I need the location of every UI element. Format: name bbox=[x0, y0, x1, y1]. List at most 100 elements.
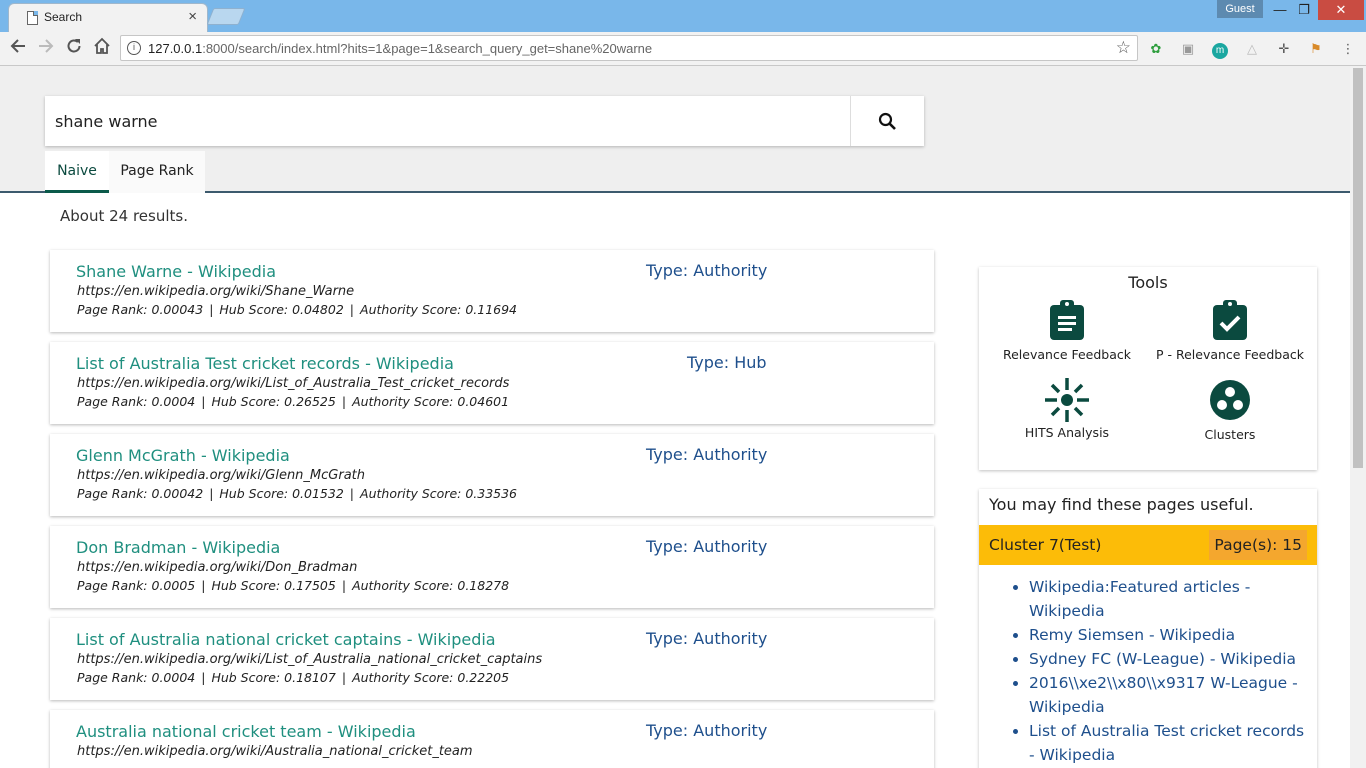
page-rank-score: Page Rank: 0.00042 bbox=[77, 486, 204, 501]
result-title-link[interactable]: Don Bradman - Wikipedia bbox=[76, 538, 280, 557]
cluster-link[interactable]: List of Australia Test cricket records -… bbox=[1029, 719, 1309, 767]
useful-pages-heading: You may find these pages useful. bbox=[989, 495, 1254, 514]
tool-label: Clusters bbox=[1204, 427, 1256, 442]
useful-pages-panel: You may find these pages useful. Cluster… bbox=[979, 489, 1317, 768]
result-title-link[interactable]: Shane Warne - Wikipedia bbox=[76, 262, 276, 281]
cluster-name: Cluster 7(Test) bbox=[989, 536, 1102, 554]
result-title-link[interactable]: List of Australia Test cricket records -… bbox=[76, 354, 454, 373]
tools-panel: Tools Relevance Feedback P - Relevance F… bbox=[979, 267, 1317, 470]
guest-profile-button[interactable]: Guest bbox=[1217, 0, 1263, 18]
result-title-link[interactable]: Australia national cricket team - Wikipe… bbox=[76, 722, 416, 741]
result-scores: Page Rank: 0.0004 | Hub Score: 0.26525 | Aut… bbox=[77, 394, 510, 409]
cluster-link[interactable]: 2016\\xe2\\x80\\x9317 W-League - Wikiped… bbox=[1029, 671, 1309, 719]
tools-title: Tools bbox=[1128, 273, 1168, 292]
authority-score: Authority Score: 0.18278 bbox=[352, 578, 510, 593]
browser-titlebar: Search × Guest — ❐ ✕ bbox=[0, 0, 1366, 32]
page-icon bbox=[27, 11, 38, 25]
hub-score: Hub Score: 0.04802 bbox=[219, 302, 344, 317]
result-card: Glenn McGrath - Wikipedia Type: Authorit… bbox=[50, 434, 934, 516]
clusters-tool[interactable]: Clusters bbox=[1150, 379, 1310, 442]
cluster-page-count-badge: Page(s): 15 bbox=[1209, 530, 1307, 560]
tool-label: Relevance Feedback bbox=[1002, 347, 1132, 362]
cluster-link[interactable]: Sydney FC (W-League) - Wikipedia bbox=[1029, 647, 1309, 671]
extension-puzzle-icon[interactable]: ✿ bbox=[1147, 40, 1165, 58]
clipboard-check-icon bbox=[1213, 300, 1247, 340]
authority-score: Authority Score: 0.04601 bbox=[352, 394, 510, 409]
extension-pdf-icon[interactable]: ▣ bbox=[1179, 40, 1197, 58]
result-type: Type: Authority bbox=[646, 445, 768, 464]
page-rank-score: Page Rank: 0.0004 bbox=[77, 394, 196, 409]
clusters-icon bbox=[1210, 380, 1250, 420]
extension-tool-icon[interactable]: ⚑ bbox=[1307, 40, 1325, 58]
result-card: List of Australia Test cricket records -… bbox=[50, 342, 934, 424]
result-scores: Page Rank: 0.00043 | Hub Score: 0.04802 | Au… bbox=[77, 302, 518, 317]
relevance-feedback-tool[interactable]: Relevance Feedback bbox=[987, 299, 1147, 362]
page-rank-score: Page Rank: 0.00043 bbox=[77, 302, 204, 317]
search-input[interactable] bbox=[45, 96, 850, 146]
result-url: https://en.wikipedia.org/wiki/Don_Bradma… bbox=[77, 560, 358, 575]
result-type: Type: Authority bbox=[646, 261, 768, 280]
home-icon[interactable] bbox=[91, 37, 113, 59]
forward-icon[interactable] bbox=[35, 37, 57, 59]
new-tab-button[interactable] bbox=[206, 8, 246, 25]
result-url: https://en.wikipedia.org/wiki/Glenn_McGr… bbox=[77, 468, 366, 483]
close-window-button[interactable]: ✕ bbox=[1318, 0, 1364, 20]
tool-label: HITS Analysis bbox=[1024, 425, 1110, 440]
tab-naive[interactable]: Naive bbox=[45, 151, 109, 193]
p-relevance-feedback-tool[interactable]: P - Relevance Feedback bbox=[1150, 299, 1310, 362]
result-url: https://en.wikipedia.org/wiki/Shane_Warn… bbox=[77, 284, 355, 299]
extension-triangle-icon[interactable]: △ bbox=[1243, 40, 1261, 58]
address-bar[interactable]: i 127.0.0.1:8000/search/index.html?hits=… bbox=[120, 35, 1138, 61]
page-scrollbar[interactable] bbox=[1350, 66, 1366, 768]
result-card: List of Australia national cricket capta… bbox=[50, 618, 934, 700]
result-url: https://en.wikipedia.org/wiki/Australia_… bbox=[77, 744, 473, 759]
url-host: 127.0.0.1 bbox=[148, 41, 203, 56]
page-rank-score: Page Rank: 0.0005 bbox=[77, 578, 196, 593]
extension-m-icon[interactable]: m bbox=[1211, 40, 1229, 59]
cluster-link[interactable]: Wikipedia:Featured articles - Wikipedia bbox=[1029, 575, 1309, 623]
tab-close-icon[interactable]: × bbox=[188, 8, 197, 25]
browser-toolbar: i 127.0.0.1:8000/search/index.html?hits=… bbox=[0, 32, 1366, 66]
result-card: Australia national cricket team - Wikipe… bbox=[50, 710, 934, 768]
result-card: Don Bradman - Wikipedia Type: Authority … bbox=[50, 526, 934, 608]
hub-score: Hub Score: 0.01532 bbox=[219, 486, 344, 501]
extension-move-icon[interactable]: ✛ bbox=[1275, 40, 1293, 58]
tool-label: P - Relevance Feedback bbox=[1155, 347, 1305, 362]
result-type: Type: Hub bbox=[687, 353, 767, 372]
back-icon[interactable] bbox=[7, 37, 29, 59]
reload-icon[interactable] bbox=[63, 37, 85, 59]
scrollbar-thumb[interactable] bbox=[1353, 68, 1363, 468]
hub-score: Hub Score: 0.17505 bbox=[211, 578, 336, 593]
result-count: About 24 results. bbox=[60, 207, 188, 225]
search-button[interactable] bbox=[850, 96, 924, 146]
result-type: Type: Authority bbox=[646, 629, 768, 648]
result-scores: Page Rank: 0.00042 | Hub Score: 0.01532 | Au… bbox=[77, 486, 518, 501]
result-title-link[interactable]: List of Australia national cricket capta… bbox=[76, 630, 496, 649]
result-url: https://en.wikipedia.org/wiki/List_of_Au… bbox=[77, 652, 543, 667]
result-type: Type: Authority bbox=[646, 537, 768, 556]
bookmark-star-icon[interactable]: ☆ bbox=[1116, 38, 1131, 58]
result-type: Type: Authority bbox=[646, 721, 768, 740]
result-scores: Page Rank: 0.0004 | Hub Score: 0.18107 | Aut… bbox=[77, 670, 510, 685]
minimize-button[interactable]: — bbox=[1268, 0, 1292, 20]
browser-tab[interactable]: Search × bbox=[8, 3, 208, 32]
tab-title: Search bbox=[44, 10, 83, 24]
hits-analysis-tool[interactable]: HITS Analysis bbox=[987, 377, 1147, 440]
authority-score: Authority Score: 0.22205 bbox=[352, 670, 510, 685]
page-rank-score: Page Rank: 0.0004 bbox=[77, 670, 196, 685]
cluster-link[interactable]: Remy Siemsen - Wikipedia bbox=[1029, 623, 1309, 647]
clipboard-list-icon bbox=[1050, 300, 1084, 340]
url-text: 127.0.0.1:8000/search/index.html?hits=1&… bbox=[148, 41, 652, 56]
cluster-link-list: Wikipedia:Featured articles - Wikipedia … bbox=[1029, 575, 1309, 767]
result-title-link[interactable]: Glenn McGrath - Wikipedia bbox=[76, 446, 290, 465]
search-header: Naive Page Rank bbox=[0, 66, 1350, 193]
maximize-button[interactable]: ❐ bbox=[1292, 0, 1316, 20]
hits-icon bbox=[1045, 378, 1089, 422]
url-path: :8000/search/index.html?hits=1&page=1&se… bbox=[202, 41, 653, 56]
tab-page-rank[interactable]: Page Rank bbox=[109, 151, 205, 193]
search-icon bbox=[878, 112, 896, 130]
authority-score: Authority Score: 0.11694 bbox=[360, 302, 518, 317]
browser-menu-icon[interactable]: ⋮ bbox=[1339, 40, 1357, 58]
site-info-icon[interactable]: i bbox=[127, 41, 141, 55]
result-card: Shane Warne - Wikipedia Type: Authority … bbox=[50, 250, 934, 332]
